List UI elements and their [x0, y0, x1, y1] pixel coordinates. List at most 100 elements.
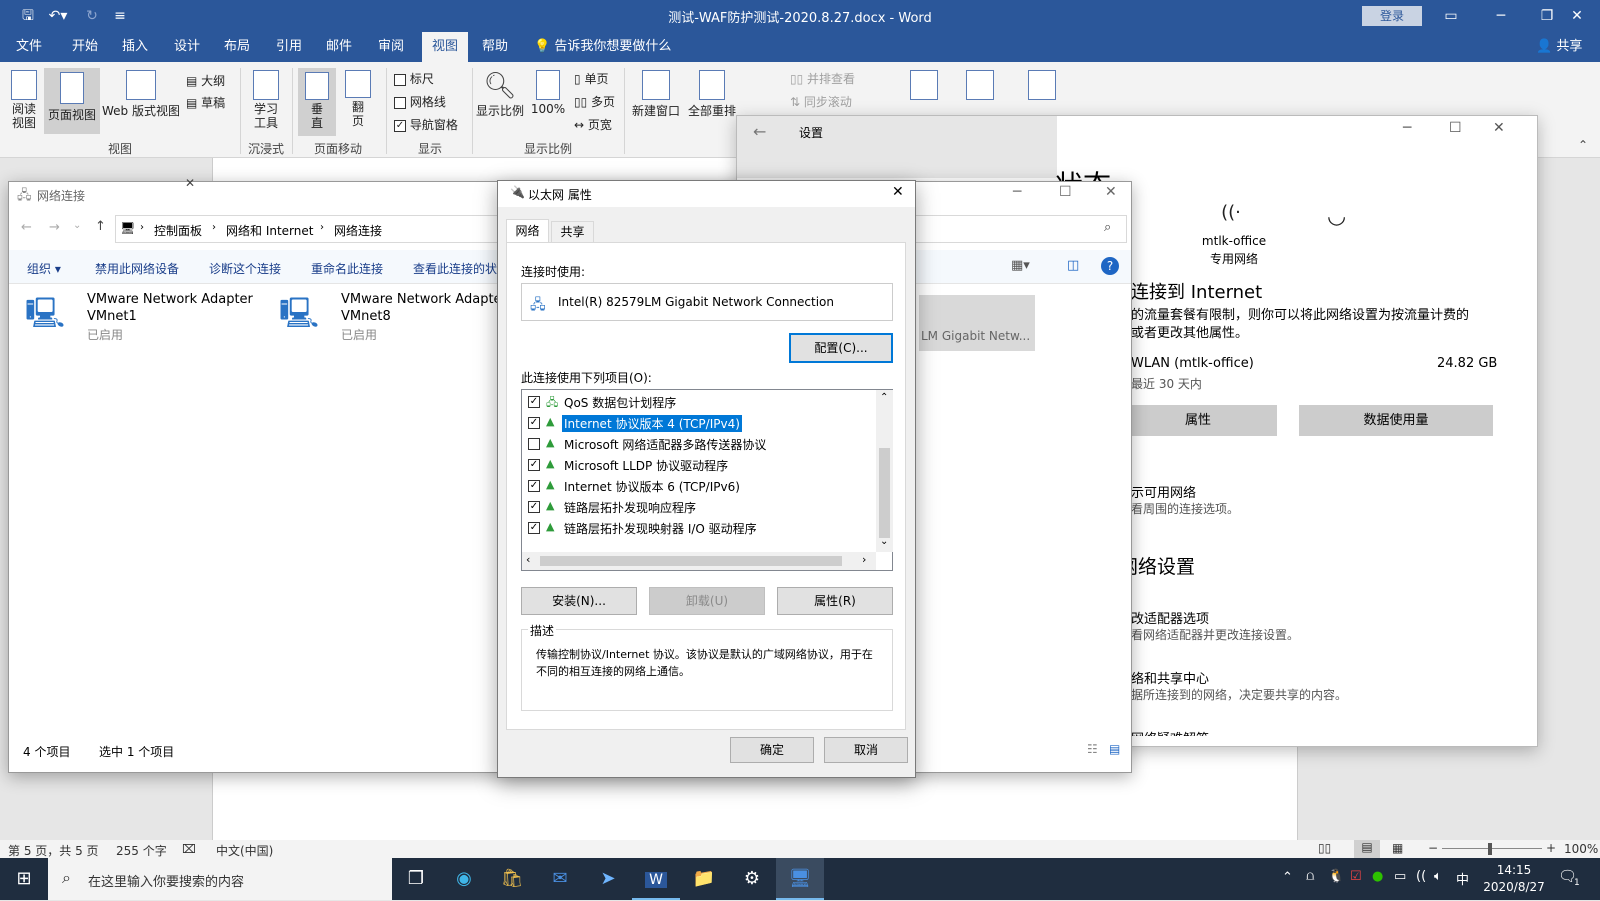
- tab-sharing[interactable]: 共享: [551, 221, 594, 243]
- word-taskbar-icon[interactable]: W: [632, 858, 680, 900]
- read-mode-button[interactable]: 阅读 视图: [6, 70, 42, 130]
- close-icon[interactable]: ✕: [1554, 0, 1600, 32]
- organize-menu[interactable]: 组织 ▾: [27, 260, 61, 277]
- tab-help[interactable]: 帮助: [476, 32, 514, 62]
- outline-button[interactable]: ▤ 大纲: [186, 72, 225, 89]
- minimize-icon[interactable]: ─: [1403, 120, 1411, 136]
- switch-window-button[interactable]: [898, 70, 950, 102]
- show-networks-link[interactable]: 示可用网络: [1131, 482, 1196, 501]
- scroll-down-icon[interactable]: ⌄: [880, 536, 888, 547]
- tab-review[interactable]: 审阅: [372, 32, 410, 62]
- search-icon[interactable]: ⌕: [1104, 220, 1111, 235]
- tab-references[interactable]: 引用: [270, 32, 308, 62]
- list-item[interactable]: ✓ 🖧 QoS 数据包计划程序: [522, 392, 876, 412]
- change-adapter-link[interactable]: 改适配器选项: [1131, 608, 1209, 627]
- read-mode-view-icon[interactable]: ▯▯: [1318, 841, 1331, 855]
- uninstall-button[interactable]: 卸载(U): [649, 587, 765, 615]
- settings-gear-icon[interactable]: ⚙: [728, 858, 776, 900]
- login-button[interactable]: 登录: [1362, 6, 1422, 26]
- minimize-icon[interactable]: ─: [1013, 184, 1021, 200]
- learning-tools-button[interactable]: 学习 工具: [246, 70, 286, 130]
- scroll-thumb[interactable]: [879, 448, 890, 538]
- file-explorer-icon[interactable]: 📁: [680, 858, 728, 900]
- macros-button[interactable]: [962, 70, 998, 102]
- new-window-button[interactable]: 新建窗口: [630, 70, 682, 119]
- list-item[interactable]: ✓ ▲ 链路层拓扑发现映射器 I/O 驱动程序: [522, 518, 876, 538]
- details-view-icon[interactable]: ☷: [1087, 742, 1098, 756]
- configure-button[interactable]: 配置(C)...: [789, 333, 893, 363]
- protocol-checkbox[interactable]: ✓: [528, 480, 540, 492]
- wifi-tray-icon[interactable]: ((: [1416, 869, 1426, 884]
- chevron-up-icon[interactable]: ⌃: [1282, 870, 1293, 885]
- battery-tray-icon[interactable]: ▭: [1394, 869, 1406, 884]
- print-layout-button[interactable]: 页面视图: [44, 68, 100, 134]
- zoom-button[interactable]: 🔍︎ 显示比例: [476, 70, 524, 119]
- gridlines-checkbox[interactable]: 网格线: [394, 93, 446, 110]
- troubleshooter-link[interactable]: 网络疑难解答: [1131, 728, 1209, 736]
- protocol-checkbox[interactable]: ✓: [528, 396, 540, 408]
- cancel-button[interactable]: 取消: [824, 737, 908, 763]
- scroll-right-icon[interactable]: ›: [862, 553, 866, 566]
- nav-pane-checkbox[interactable]: ✓ 导航窗格: [394, 116, 458, 133]
- properties-button[interactable]: 属性: [1119, 405, 1277, 436]
- zoom-slider[interactable]: [1442, 848, 1542, 849]
- mail-icon[interactable]: ✉: [536, 858, 584, 900]
- protocol-checkbox[interactable]: ✓: [528, 522, 540, 534]
- install-button[interactable]: 安装(N)...: [521, 587, 637, 615]
- print-layout-view-icon[interactable]: ▤: [1354, 840, 1380, 858]
- one-page-button[interactable]: ▯ 单页: [574, 70, 608, 87]
- windows-start-icon[interactable]: ⊞: [0, 858, 48, 900]
- close-icon[interactable]: ✕: [185, 176, 195, 190]
- edge-icon[interactable]: ◉: [440, 858, 488, 900]
- tiles-view-icon[interactable]: ▤: [1109, 742, 1120, 756]
- tab-file[interactable]: 文件: [10, 32, 48, 62]
- ruler-checkbox[interactable]: 标尺: [394, 70, 434, 87]
- zoom-slider-thumb[interactable]: [1488, 843, 1492, 855]
- network-tray-icon[interactable]: ⩍: [1306, 869, 1314, 884]
- protocol-checkbox[interactable]: ✓: [528, 501, 540, 513]
- close-icon[interactable]: ✕: [1105, 184, 1117, 200]
- wechat-tray-icon[interactable]: ●: [1372, 869, 1383, 884]
- collapse-ribbon-icon[interactable]: ⌃: [1578, 138, 1588, 152]
- preview-pane-icon[interactable]: ◫: [1067, 258, 1079, 273]
- up-arrow-icon[interactable]: ↑: [95, 219, 106, 234]
- share-button[interactable]: 👤 共享: [1530, 32, 1588, 62]
- control-panel-taskbar-icon[interactable]: 🖥: [776, 858, 824, 900]
- ethernet-item-selected[interactable]: LM Gigabit Netw...: [919, 295, 1035, 351]
- ime-indicator[interactable]: 中: [1456, 869, 1469, 888]
- page-width-button[interactable]: ↔ 页宽: [574, 116, 612, 133]
- zoom-100-button[interactable]: 100%: [530, 70, 566, 116]
- scroll-thumb[interactable]: [540, 556, 842, 566]
- sync-scroll-button[interactable]: ⇅ 同步滚动: [790, 93, 852, 110]
- breadcrumb-network-connections[interactable]: 网络连接: [334, 222, 382, 239]
- list-item[interactable]: ✓ ▲ 链路层拓扑发现响应程序: [522, 497, 876, 517]
- data-usage-button[interactable]: 数据使用量: [1299, 405, 1493, 436]
- protocol-checkbox[interactable]: ✓: [528, 417, 540, 429]
- zoom-in-icon[interactable]: +: [1546, 841, 1556, 855]
- breadcrumb-network-internet[interactable]: 网络和 Internet: [226, 222, 313, 239]
- language-indicator[interactable]: 中文(中国): [216, 842, 273, 859]
- help-icon[interactable]: ?: [1101, 257, 1119, 275]
- clock-date[interactable]: 2020/8/27: [1478, 880, 1550, 894]
- feishu-icon[interactable]: ➤: [584, 858, 632, 900]
- view-status-command[interactable]: 查看此连接的状: [413, 260, 499, 277]
- draft-button[interactable]: ▤ 草稿: [186, 94, 225, 111]
- rename-command[interactable]: 重命名此连接: [311, 260, 383, 277]
- list-item[interactable]: ▲ Microsoft 网络适配器多路传送器协议: [522, 434, 876, 454]
- close-icon[interactable]: ✕: [1493, 120, 1505, 136]
- word-count[interactable]: 255 个字: [116, 842, 167, 859]
- recent-dropdown-icon[interactable]: ⌄: [73, 220, 81, 231]
- minimize-icon[interactable]: ─: [1478, 0, 1524, 32]
- ribbon-display-icon[interactable]: ▭: [1428, 0, 1474, 32]
- tab-network[interactable]: 网络: [506, 219, 549, 243]
- security-tray-icon[interactable]: ☑: [1350, 869, 1362, 884]
- ok-button[interactable]: 确定: [730, 737, 814, 763]
- tab-home[interactable]: 开始: [66, 32, 104, 62]
- tab-design[interactable]: 设计: [168, 32, 206, 62]
- close-icon[interactable]: ✕: [892, 184, 904, 200]
- web-layout-view-icon[interactable]: ▦: [1392, 841, 1403, 855]
- list-item[interactable]: ✓ ▲ Internet 协议版本 6 (TCP/IPv6): [522, 476, 876, 496]
- side-by-side-button[interactable]: ▯▯ 并排查看: [790, 70, 855, 87]
- tab-view[interactable]: 视图: [422, 32, 468, 62]
- tell-me-box[interactable]: 💡 告诉我你想要做什么: [528, 32, 677, 62]
